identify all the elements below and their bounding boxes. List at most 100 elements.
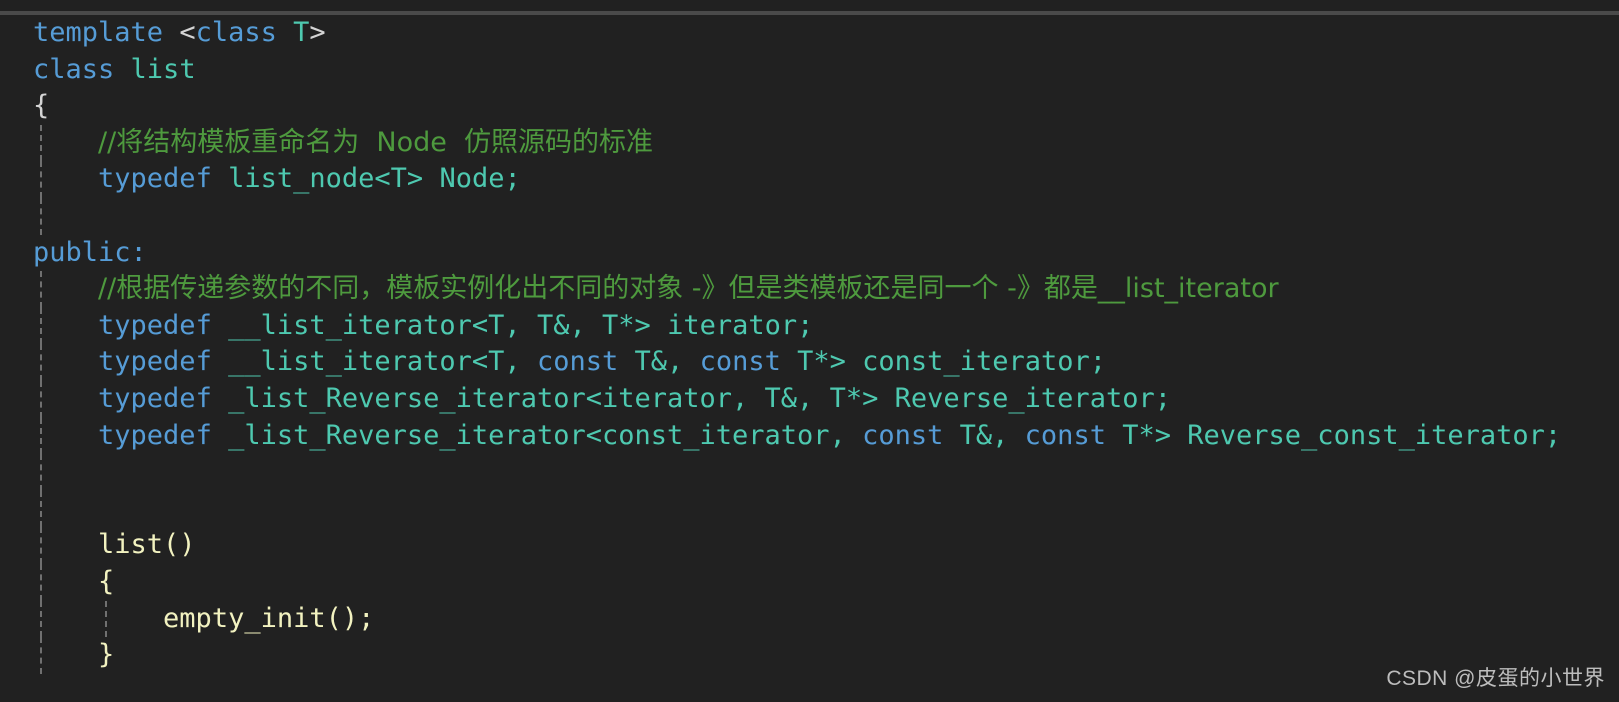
indent-guide-icon (40, 490, 42, 528)
constructor-list: list() (98, 529, 196, 561)
alias-reverse-iterator: Reverse_iterator; (894, 382, 1171, 414)
keyword-typedef: typedef (98, 382, 212, 414)
open-brace: { (98, 565, 115, 597)
keyword-const: const (1024, 419, 1106, 451)
keyword-typedef: typedef (98, 309, 212, 341)
type-ptr-param: T*> (829, 382, 879, 414)
code-line[interactable]: //将结构模板重命名为 Node 仿照源码的标准 (33, 124, 1619, 162)
open-brace: { (33, 90, 50, 122)
keyword-const: const (699, 346, 781, 378)
keyword-typedef: typedef (98, 419, 212, 451)
type-param-T: T (293, 17, 310, 48)
type-ref-param: T&, (536, 309, 586, 341)
angle-open: < (179, 17, 196, 48)
keyword-template: template (33, 17, 164, 48)
code-line[interactable]: class list (33, 52, 1619, 89)
code-line[interactable]: { (33, 88, 1619, 125)
code-line[interactable]: typedef __list_iterator<T, T&, T*> itera… (33, 307, 1619, 345)
access-specifier-public: public: (33, 236, 147, 268)
code-line[interactable]: typedef _list_Reverse_iterator<iterator,… (33, 380, 1619, 418)
code-line[interactable]: //根据传递参数的不同，模板实例化出不同的对象 -》但是类模板还是同一个 -》都… (33, 271, 1619, 308)
indent-guide-icon (40, 454, 42, 491)
code-content-area[interactable]: template <class T> class list { //将结构模板重… (0, 15, 1619, 674)
type-list-reverse-iterator: _list_Reverse_iterator<iterator, (228, 382, 749, 414)
keyword-typedef: typedef (98, 163, 212, 195)
keyword-const: const (536, 346, 619, 378)
type-ref-param: T&, (764, 382, 814, 414)
code-line[interactable]: } (33, 637, 1619, 674)
class-name-list: list (130, 53, 196, 85)
type-ptr-param: T*> (1122, 419, 1171, 451)
code-line[interactable]: public: (33, 235, 1619, 272)
code-line[interactable]: template <class T> (33, 15, 1619, 52)
alias-const-iterator: const_iterator; (862, 346, 1106, 378)
comment-rename-node: //将结构模板重命名为 Node 仿照源码的标准 (98, 126, 654, 158)
comment-template-instantiation: //根据传递参数的不同，模板实例化出不同的对象 -》但是类模板还是同一个 -》都… (98, 273, 1279, 305)
keyword-typedef: typedef (98, 346, 212, 378)
code-editor-view: template <class T> class list { //将结构模板重… (0, 0, 1619, 702)
code-line-blank[interactable] (33, 490, 1619, 528)
code-line-blank[interactable] (33, 197, 1619, 235)
type-ptr-param: T*> (797, 346, 846, 378)
code-line[interactable]: typedef list_node<T> Node; (33, 161, 1619, 198)
type-ptr-param: T*> (602, 309, 651, 341)
code-line[interactable]: list() (33, 527, 1619, 564)
type-list-iterator: __list_iterator<T, (228, 309, 521, 341)
code-line-blank[interactable] (33, 454, 1619, 491)
code-line[interactable]: empty_init(); (33, 600, 1619, 638)
code-line[interactable]: { (33, 563, 1619, 601)
code-line[interactable]: typedef _list_Reverse_iterator<const_ite… (33, 417, 1619, 455)
alias-reverse-const-iterator: Reverse_const_iterator; (1187, 419, 1562, 451)
alias-iterator: iterator; (667, 309, 814, 341)
alias-node: Node; (439, 163, 521, 195)
type-ref-param: T&, (959, 419, 1009, 451)
keyword-const: const (862, 419, 944, 451)
call-empty-init: empty_init(); (163, 602, 375, 634)
csdn-watermark: CSDN @皮蛋的小世界 (1386, 667, 1605, 690)
type-list-reverse-iterator-const: _list_Reverse_iterator<const_iterator, (228, 419, 846, 451)
close-brace: } (98, 639, 115, 671)
type-ref-param: T&, (634, 346, 684, 378)
angle-close: > (309, 17, 326, 48)
indent-guide-icon (40, 197, 42, 235)
code-line[interactable]: typedef __list_iterator<T, const T&, con… (33, 344, 1619, 381)
type-list-node: list_node<T> (228, 163, 424, 195)
type-list-iterator: __list_iterator<T, (228, 346, 521, 378)
keyword-class: class (33, 53, 115, 85)
